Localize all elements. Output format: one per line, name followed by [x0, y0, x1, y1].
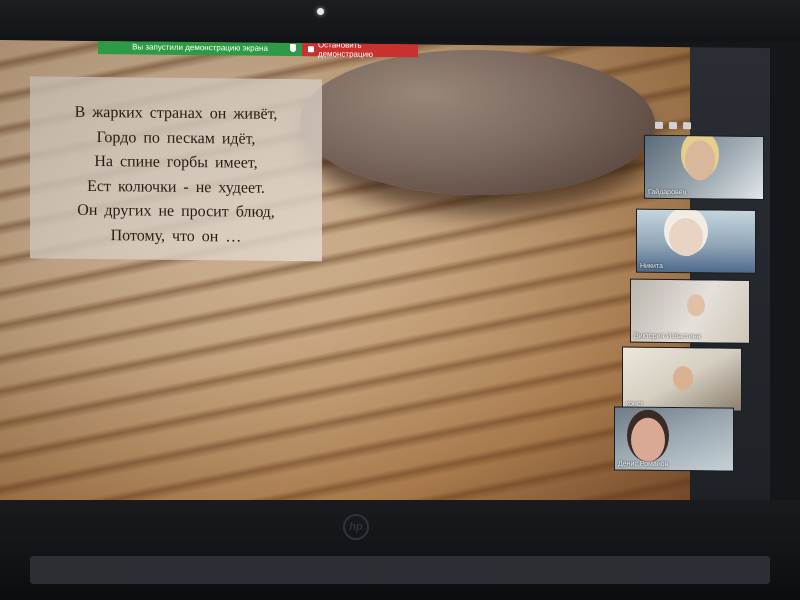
gallery-view-icon[interactable] — [683, 122, 691, 130]
participant-video — [685, 140, 715, 181]
participant-video — [687, 294, 705, 317]
stone-image — [300, 48, 655, 197]
participant-name: Никита — [640, 262, 663, 270]
minimize-icon[interactable] — [655, 121, 663, 129]
poem-background — [30, 76, 322, 262]
laptop-bezel-top — [0, 0, 800, 42]
poem-line: На спине горбы имеет, — [94, 152, 258, 172]
webcam-icon — [317, 8, 324, 15]
gallery-controls — [655, 121, 691, 130]
participant-video — [631, 417, 665, 462]
laptop-hinge — [30, 556, 770, 584]
share-notice-label: Вы запустили демонстрацию экрана — [132, 42, 268, 53]
poem-line: Ест колючки - не худеет. — [87, 177, 265, 197]
participant-video — [673, 366, 693, 391]
participant-name: Гайдаровец — [648, 188, 687, 197]
speaker-view-icon[interactable] — [669, 122, 677, 130]
stop-share-button[interactable]: Остановить демонстрацию — [302, 40, 418, 59]
stop-share-label: Остановить демонстрацию — [317, 40, 374, 59]
poem-text: В жарких странах он живёт, Гордо по песк… — [30, 100, 322, 250]
poem-line: Потому, что он … — [110, 226, 242, 246]
laptop-screen: В жарких странах он живёт, Гордо по песк… — [0, 40, 770, 517]
participant-tile[interactable]: конст — [622, 346, 742, 412]
shield-icon — [290, 44, 296, 53]
share-notice: Вы запустили демонстрацию экрана — [98, 40, 302, 57]
participant-tile[interactable]: Никита — [636, 208, 756, 274]
participant-name: Виктория Избастина — [634, 332, 701, 341]
participant-name: Денис Романов — [618, 460, 669, 468]
hp-logo: hp — [343, 514, 369, 540]
stop-icon — [308, 45, 314, 52]
participant-video — [669, 218, 703, 257]
laptop-bezel-bottom — [0, 500, 800, 600]
participant-tile[interactable]: Гайдаровец — [644, 134, 764, 201]
participant-tile[interactable]: Денис Романов — [614, 406, 734, 472]
poem-line: Гордо по пескам идёт, — [96, 128, 256, 148]
poem-line: Он других не просит блюд, — [77, 201, 275, 221]
presentation-slide: В жарких странах он живёт, Гордо по песк… — [0, 40, 690, 513]
participant-tile[interactable]: Виктория Избастина — [630, 278, 750, 344]
poem-line: В жарких странах он живёт, — [74, 103, 278, 123]
